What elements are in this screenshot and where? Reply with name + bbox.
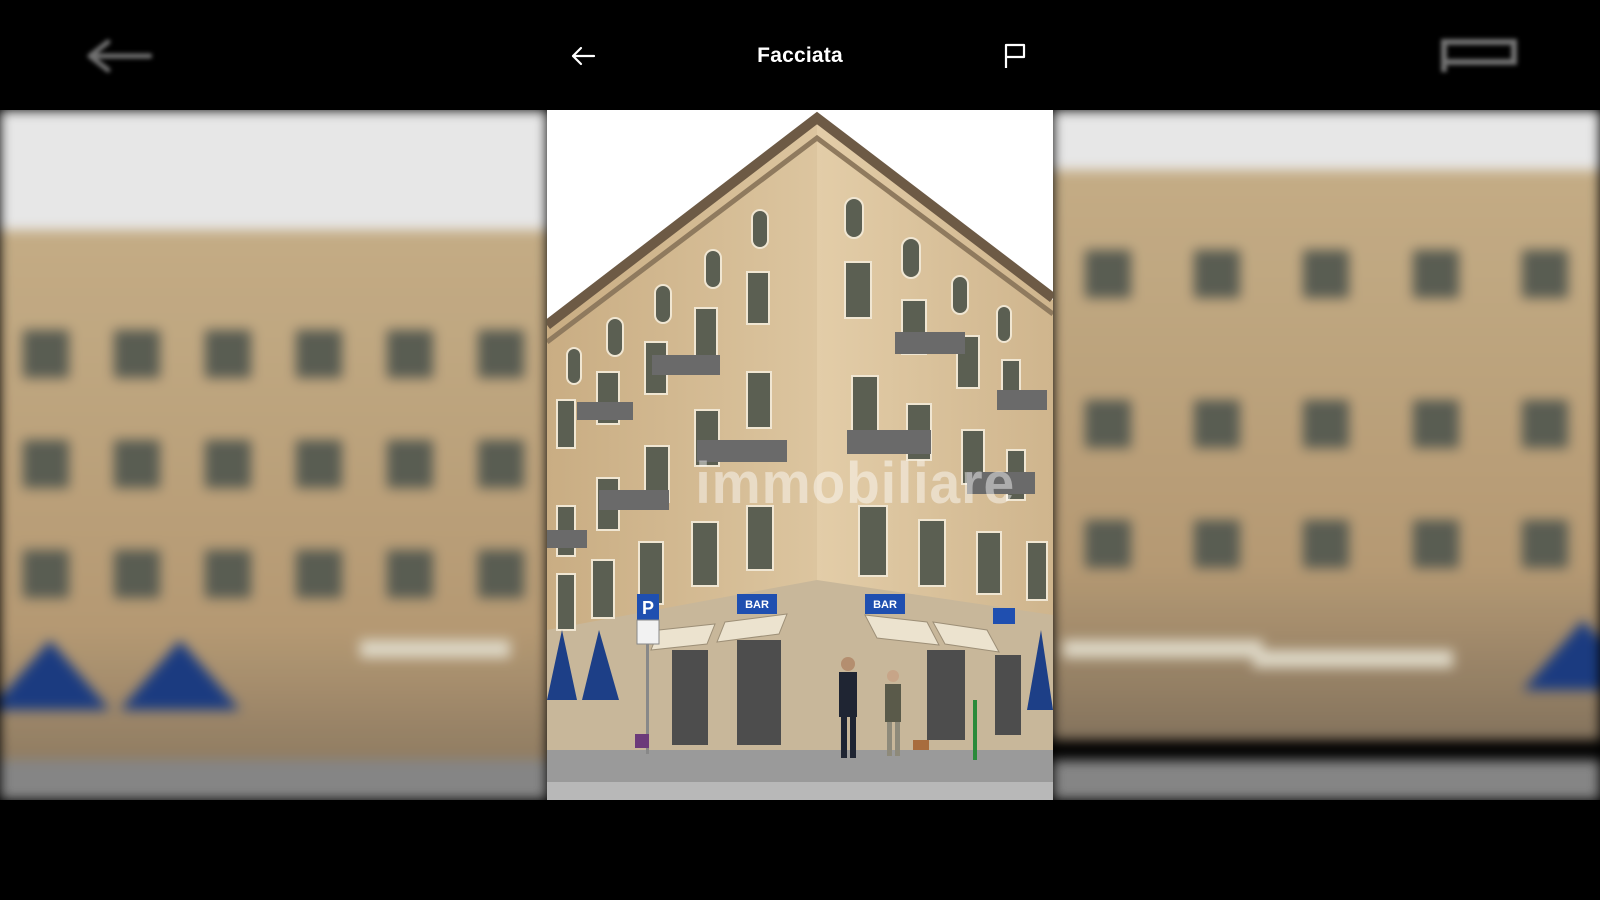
photo-title: Facciata xyxy=(757,44,843,67)
parking-sign: P xyxy=(642,598,654,618)
previous-photo-preview[interactable] xyxy=(0,0,547,900)
viewer-header: Facciata xyxy=(547,0,1053,110)
bar-sign-left: BAR xyxy=(745,599,769,611)
main-photo-panel: Facciata BAR BAR P immobiliare xyxy=(547,0,1053,800)
building-facade-photo[interactable]: BAR BAR P immobiliare xyxy=(547,110,1053,800)
photo-viewer: Facciata BAR BAR P immobiliare xyxy=(0,0,1600,900)
next-photo-preview[interactable] xyxy=(1053,0,1600,900)
watermark-text: immobiliare xyxy=(695,451,1016,516)
report-button[interactable] xyxy=(995,36,1035,76)
bottom-bar xyxy=(0,800,1600,900)
flag-icon xyxy=(1440,38,1520,79)
arrow-left-icon xyxy=(82,36,153,81)
bar-sign-right: BAR xyxy=(873,599,897,611)
flag-icon xyxy=(1004,43,1026,68)
preview-building xyxy=(0,230,547,800)
